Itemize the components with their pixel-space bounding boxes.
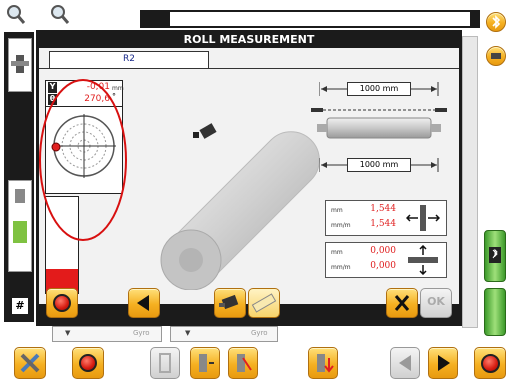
- add-point-button[interactable]: [150, 347, 180, 379]
- result1-unit1: mm: [331, 207, 343, 214]
- download-button[interactable]: [308, 347, 338, 379]
- record-icon: [79, 354, 97, 372]
- ok-button[interactable]: OK: [420, 288, 452, 318]
- bluetooth-button[interactable]: [486, 12, 506, 32]
- dropdown-arrow-icon: ▼: [185, 329, 191, 337]
- ruler-icon: [251, 293, 277, 313]
- vertical-result-box: mm 0,000 mm/m 0,000: [325, 242, 447, 278]
- left-strip-panel: [8, 38, 32, 92]
- top-dimension-label: 1000 mm: [347, 82, 411, 96]
- battery-indicator-2: [484, 288, 506, 336]
- result2-value1: 0,000: [370, 246, 396, 256]
- zoom-in-icon[interactable]: [6, 4, 26, 26]
- measure-tape-button[interactable]: [248, 288, 280, 318]
- arrow-left-icon: [399, 355, 411, 371]
- sensor-icon: [491, 53, 501, 59]
- sensor-unit-icon: [219, 294, 239, 310]
- result2-unit1: mm: [331, 249, 343, 256]
- delete-point-icon: [237, 354, 252, 372]
- add-point-icon: [159, 353, 171, 373]
- ok-button-label: OK: [427, 295, 445, 308]
- highlight-ellipse: [39, 79, 127, 241]
- close-icon: [394, 295, 410, 311]
- result2-value2: 0,000: [370, 261, 396, 271]
- zoom-out-icon[interactable]: [50, 4, 70, 26]
- tab-underline: [39, 68, 459, 69]
- gyro-dropdown-2[interactable]: ▼ Gyro: [170, 326, 278, 342]
- battery-indicator-1: [484, 230, 506, 282]
- result2-unit2: mm/m: [331, 264, 351, 271]
- previous-button[interactable]: [390, 347, 420, 379]
- cancel-button[interactable]: [386, 288, 418, 318]
- result1-value1: 1,544: [370, 204, 396, 214]
- back-button[interactable]: [128, 288, 160, 318]
- gyro-dropdown-1-label: Gyro: [133, 329, 150, 337]
- bluetooth-icon: [492, 15, 501, 29]
- sensor-unit-icon: [193, 123, 217, 139]
- wrench-screwdriver-icon: [20, 353, 40, 373]
- tab-r2[interactable]: R2: [49, 51, 209, 68]
- tools-button[interactable]: [14, 347, 46, 379]
- bluetooth-small-icon: [489, 247, 501, 263]
- tab-r2-label: R2: [123, 54, 135, 64]
- bottom-dimension: 1000 mm: [319, 158, 439, 172]
- roll-3d-illustration: [160, 123, 320, 290]
- left-strip-level: [8, 180, 32, 272]
- offset-result-box: mm 1,544 mm/m 1,544: [325, 200, 447, 236]
- record-button-bg[interactable]: [72, 347, 104, 379]
- gyro-dropdown-2-label: Gyro: [251, 329, 268, 337]
- dialog-title: ROLL MEASUREMENT: [183, 33, 315, 46]
- gyro-dropdown-1[interactable]: ▼ Gyro: [52, 326, 162, 342]
- stop-button[interactable]: [474, 347, 506, 379]
- stop-icon: [481, 354, 500, 373]
- right-strip: [462, 36, 478, 328]
- arrow-left-icon: [137, 295, 149, 311]
- delete-point-button[interactable]: [228, 347, 258, 379]
- dropdown-arrow-icon: ▼: [65, 329, 71, 337]
- top-dimension: 1000 mm: [319, 82, 439, 96]
- record-button[interactable]: [46, 288, 78, 318]
- horizontal-offset-icon: [406, 205, 440, 231]
- dialog-content: R2 Y -0,01 mm θ 270,6 ° 1000 mm 1000 mm …: [39, 48, 459, 304]
- result1-unit2: mm/m: [331, 222, 351, 229]
- arrow-right-icon: [438, 355, 450, 371]
- sensor-button[interactable]: [486, 46, 506, 66]
- vertical-offset-icon: [408, 245, 438, 275]
- roll-measurement-dialog: ROLL MEASUREMENT R2 Y -0,01 mm θ 270,6 °: [36, 30, 462, 326]
- bottom-dimension-label: 1000 mm: [347, 158, 411, 172]
- download-arrow-icon: [317, 354, 334, 373]
- top-status-field: [170, 12, 470, 26]
- hash-label: #: [12, 298, 28, 314]
- record-icon: [53, 294, 71, 312]
- sensor-view-button[interactable]: [214, 288, 246, 318]
- move-point-icon: [199, 354, 214, 372]
- move-point-button[interactable]: [190, 347, 220, 379]
- sensor-side-icon: [11, 55, 29, 73]
- result1-value2: 1,544: [370, 219, 396, 229]
- next-button[interactable]: [428, 347, 458, 379]
- roll-side-view: [311, 108, 447, 139]
